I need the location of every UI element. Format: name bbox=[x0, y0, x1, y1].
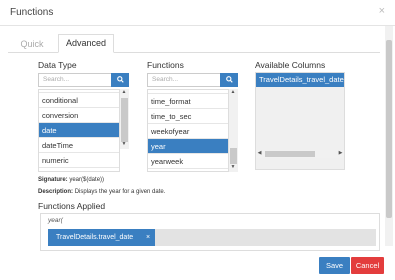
list-item[interactable]: conditional bbox=[39, 93, 119, 108]
description-value: Displays the year for a given date. bbox=[74, 189, 166, 195]
dialog-title: Functions bbox=[10, 7, 54, 18]
functions-search-button[interactable] bbox=[220, 73, 238, 87]
scroll-up-icon[interactable]: ▲ bbox=[120, 89, 128, 95]
data-type-search-input[interactable]: Search... bbox=[38, 73, 113, 87]
search-icon bbox=[116, 76, 124, 83]
list-item[interactable]: yearweek bbox=[148, 154, 228, 169]
list-item-selected[interactable]: year bbox=[148, 139, 228, 154]
list-item[interactable]: conversion bbox=[39, 108, 119, 123]
functions-search-input[interactable]: Search... bbox=[147, 73, 222, 87]
scroll-left-icon[interactable]: ◀ bbox=[256, 150, 263, 156]
list-item[interactable]: time_to_sec bbox=[148, 109, 228, 124]
tab-advanced[interactable]: Advanced bbox=[58, 34, 114, 53]
list-item[interactable]: numeric bbox=[39, 153, 119, 168]
description-line: Description: Displays the year for a giv… bbox=[38, 189, 165, 195]
list-item[interactable]: weekofyear bbox=[148, 124, 228, 139]
scroll-right-icon[interactable]: ▶ bbox=[337, 150, 344, 156]
column-item[interactable]: TravelDetails_travel_date bbox=[256, 73, 344, 87]
functions-applied-label: Functions Applied bbox=[38, 201, 106, 211]
cancel-button[interactable]: Cancel bbox=[351, 257, 384, 274]
header-divider bbox=[0, 25, 395, 26]
functions-list: time_format time_to_sec weekofyear year … bbox=[147, 89, 229, 172]
expression-text: year( bbox=[48, 217, 63, 224]
chip-remove-icon[interactable]: × bbox=[143, 229, 153, 246]
dialog-scrollbar-thumb[interactable] bbox=[386, 40, 392, 218]
signature-label: Signature: bbox=[38, 177, 68, 183]
functions-label: Functions bbox=[147, 60, 184, 70]
data-type-scrollbar-thumb[interactable] bbox=[121, 98, 128, 142]
list-item-selected[interactable]: date bbox=[39, 123, 119, 138]
functions-scrollbar-thumb[interactable] bbox=[230, 148, 237, 164]
column-chip[interactable]: TravelDetails.travel_date bbox=[48, 229, 155, 246]
close-icon[interactable]: × bbox=[379, 5, 385, 17]
scroll-up-icon[interactable]: ▲ bbox=[229, 89, 237, 95]
scroll-down-icon[interactable]: ▼ bbox=[229, 164, 237, 170]
scroll-down-icon[interactable]: ▼ bbox=[120, 141, 128, 147]
description-label: Description: bbox=[38, 189, 74, 195]
list-item[interactable]: time_format bbox=[148, 94, 228, 109]
save-button[interactable]: Save bbox=[319, 257, 350, 274]
data-type-list: conditional conversion date dateTime num… bbox=[38, 89, 120, 172]
data-type-label: Data Type bbox=[38, 60, 77, 70]
columns-h-scrollbar-thumb[interactable] bbox=[265, 151, 315, 157]
available-columns-label: Available Columns bbox=[255, 60, 326, 70]
list-item[interactable]: dateTime bbox=[39, 138, 119, 153]
data-type-search-button[interactable] bbox=[111, 73, 129, 87]
search-icon bbox=[225, 76, 233, 83]
signature-value: year($(date)) bbox=[69, 177, 105, 183]
tab-quick[interactable]: Quick bbox=[8, 36, 56, 53]
signature-line: Signature: year($(date)) bbox=[38, 177, 104, 183]
